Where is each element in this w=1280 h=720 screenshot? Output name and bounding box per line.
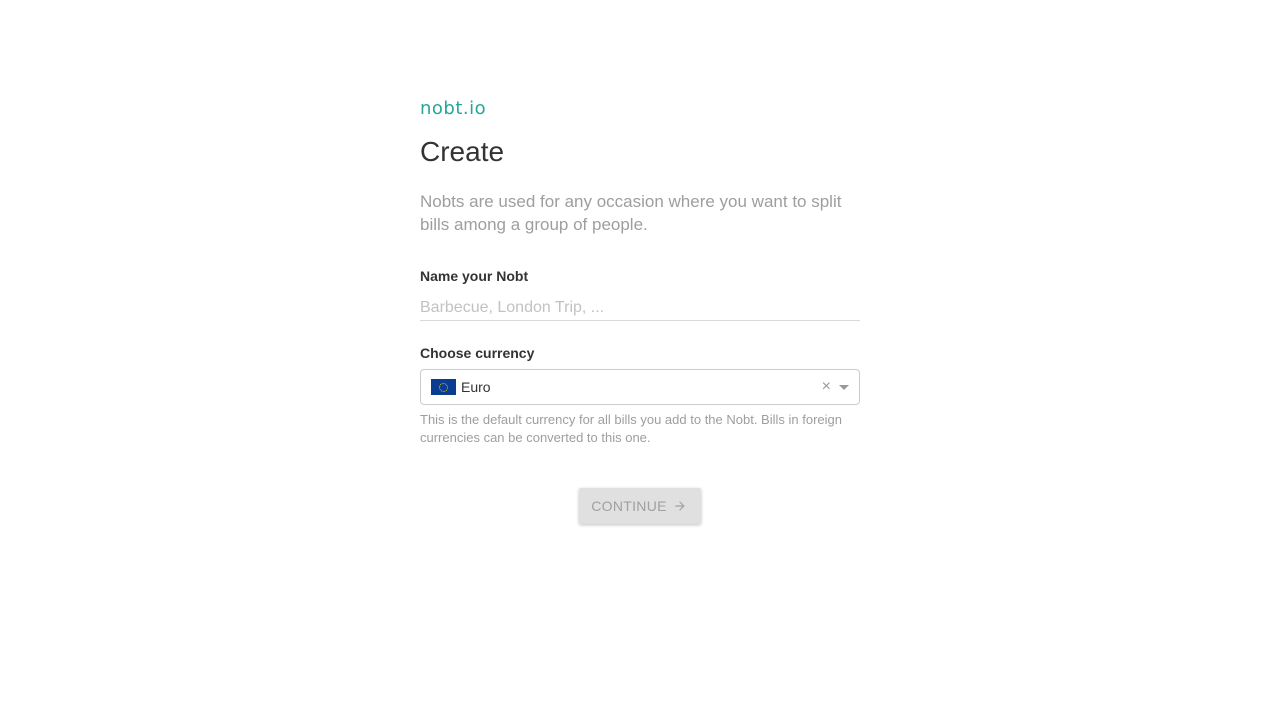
- logo: nobt.io: [420, 98, 487, 119]
- currency-selected-value: Euro: [461, 379, 491, 395]
- currency-help-text: This is the default currency for all bil…: [420, 412, 842, 445]
- name-field-label: Name your Nobt: [420, 268, 529, 284]
- clear-icon[interactable]: ×: [822, 378, 831, 396]
- eu-flag-icon: [431, 379, 456, 395]
- currency-select[interactable]: Euro ×: [420, 369, 860, 405]
- create-form: nobt.io Create Nobts are used for any oc…: [420, 96, 860, 524]
- chevron-down-icon[interactable]: [839, 385, 849, 390]
- continue-button-label: CONTINUE: [591, 498, 667, 514]
- continue-button[interactable]: CONTINUE: [579, 488, 701, 524]
- intro-text: Nobts are used for any occasion where yo…: [420, 192, 842, 234]
- arrow-right-icon: [675, 501, 685, 511]
- currency-field-label: Choose currency: [420, 345, 535, 361]
- button-row: CONTINUE: [420, 488, 860, 524]
- page-title: Create: [420, 136, 505, 167]
- nobt-name-input[interactable]: [420, 299, 860, 321]
